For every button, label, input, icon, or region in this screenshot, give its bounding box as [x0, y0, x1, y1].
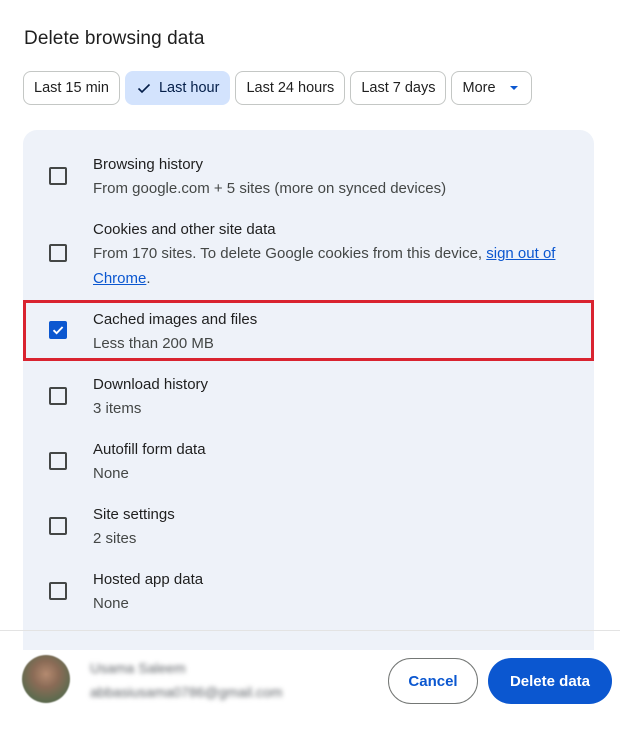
chip-last-hour[interactable]: Last hour	[124, 71, 231, 105]
account-name: Usama Saleem	[90, 660, 186, 676]
cancel-label: Cancel	[408, 672, 458, 690]
caret-down-icon	[509, 86, 518, 90]
desc-suffix: .	[146, 270, 151, 287]
item-description: From google.com + 5 sites (more on synce…	[93, 180, 447, 197]
item-description: None	[93, 595, 129, 612]
item-description: Less than 200 MB	[93, 335, 214, 352]
avatar	[22, 655, 70, 703]
delete-browsing-data-dialog: Delete browsing data Last 15 min Last ho…	[0, 0, 620, 729]
checkbox-site-settings[interactable]	[49, 517, 67, 535]
item-description: 2 sites	[93, 530, 137, 547]
checkmark-icon	[52, 326, 64, 335]
item-label: Hosted app data	[93, 571, 204, 588]
checkbox-download-history[interactable]	[49, 387, 67, 405]
item-label: Cached images and files	[93, 311, 258, 328]
chip-last-7-days[interactable]: Last 7 days	[350, 71, 447, 105]
item-label: Download history	[93, 376, 209, 393]
more-label: More	[462, 80, 496, 96]
dialog-title: Delete browsing data	[24, 28, 205, 49]
desc-text: From 170 sites. To delete Google cookies…	[93, 245, 487, 262]
chip-label: Last hour	[158, 80, 220, 96]
checkbox-browsing-history[interactable]	[49, 167, 67, 185]
check-icon	[136, 80, 152, 96]
cancel-button[interactable]: Cancel	[388, 658, 478, 704]
chip-label: Last 7 days	[361, 80, 436, 96]
chip-last-15-min[interactable]: Last 15 min	[23, 71, 120, 105]
more-dropdown[interactable]: More	[451, 71, 532, 105]
item-label: Cookies and other site data	[93, 221, 276, 238]
delete-label: Delete data	[509, 672, 591, 690]
item-description: From 170 sites. To delete Google cookies…	[93, 241, 563, 291]
account-email: abbasiusama0786@gmail.com	[90, 684, 283, 700]
checkbox-autofill[interactable]	[49, 452, 67, 470]
delete-data-button[interactable]: Delete data	[488, 658, 612, 704]
checkbox-cookies[interactable]	[49, 244, 67, 262]
checkbox-hosted-app-data[interactable]	[49, 582, 67, 600]
item-description: 3 items	[93, 400, 142, 417]
chip-label: Last 15 min	[34, 80, 109, 96]
time-range-chips: Last 15 min Last hour Last 24 hours Last…	[23, 71, 532, 105]
checkbox-cached-images[interactable]	[49, 321, 67, 339]
data-types-panel: Browsing history From google.com + 5 sit…	[23, 130, 594, 650]
chip-label: Last 24 hours	[246, 80, 335, 96]
item-label: Site settings	[93, 506, 175, 523]
item-label: Autofill form data	[93, 441, 206, 458]
chip-last-24-hours[interactable]: Last 24 hours	[235, 71, 346, 105]
item-label: Browsing history	[93, 156, 204, 173]
item-description: None	[93, 465, 129, 482]
footer-divider	[0, 630, 620, 631]
